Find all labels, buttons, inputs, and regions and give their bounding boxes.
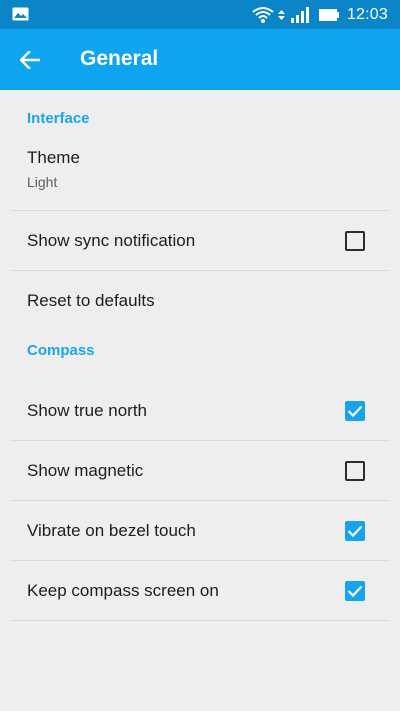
arrow-left-icon	[20, 51, 40, 69]
setting-theme-value: Light	[27, 174, 58, 190]
setting-label: Show magnetic	[27, 460, 144, 480]
true-north-checkbox[interactable]	[345, 400, 365, 421]
setting-show-sync-notification[interactable]: Show sync notification	[10, 211, 390, 271]
checkmark-icon	[347, 585, 363, 597]
status-icons: 12:03	[252, 5, 388, 25]
magnetic-checkbox[interactable]	[345, 460, 365, 481]
gallery-icon	[12, 7, 29, 21]
section-header-compass: Compass	[27, 342, 95, 359]
app-bar: General	[0, 29, 400, 90]
wifi-icon	[252, 7, 274, 23]
keep-screen-on-checkbox[interactable]	[345, 580, 365, 601]
signal-icon	[290, 7, 309, 23]
setting-vibrate-bezel[interactable]: Vibrate on bezel touch	[10, 501, 390, 561]
battery-icon	[318, 9, 339, 21]
data-arrows-icon	[277, 10, 285, 20]
setting-show-true-north[interactable]: Show true north	[10, 381, 390, 441]
setting-keep-screen-on[interactable]: Keep compass screen on	[10, 561, 390, 621]
page-title: General	[80, 47, 159, 70]
section-header-interface: Interface	[27, 110, 90, 127]
setting-theme-label: Theme	[27, 148, 80, 167]
setting-label: Vibrate on bezel touch	[27, 520, 196, 540]
status-bar: 12:03	[0, 0, 400, 29]
setting-label: Show sync notification	[27, 230, 196, 250]
setting-show-magnetic[interactable]: Show magnetic	[10, 441, 390, 501]
checkmark-icon	[347, 525, 363, 537]
setting-label: Show true north	[27, 400, 148, 420]
vibrate-checkbox[interactable]	[345, 520, 365, 541]
sync-notification-checkbox[interactable]	[345, 230, 365, 251]
status-time: 12:03	[346, 6, 388, 23]
checkmark-icon	[347, 405, 363, 417]
setting-reset-defaults[interactable]: Reset to defaults	[10, 271, 390, 331]
setting-label: Keep compass screen on	[27, 580, 219, 600]
setting-label: Reset to defaults	[27, 291, 155, 310]
back-button[interactable]	[14, 45, 46, 75]
setting-theme[interactable]: Theme Light	[10, 148, 390, 211]
settings-list: Interface Theme Light Show sync notifica…	[0, 90, 400, 621]
